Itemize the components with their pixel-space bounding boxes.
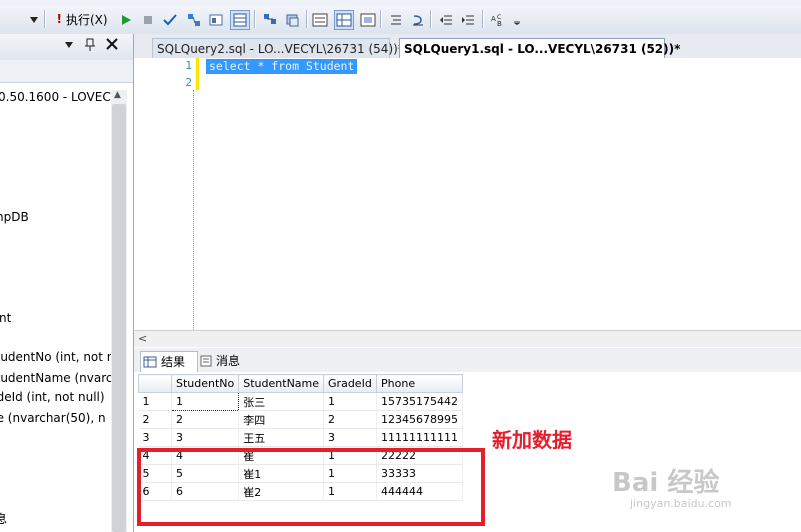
- estimated-plan-icon[interactable]: [184, 10, 204, 30]
- increase-indent-icon[interactable]: [458, 10, 478, 30]
- query-editor[interactable]: 1 2 select * from Student: [134, 58, 801, 330]
- tab-messages-label: 消息: [216, 354, 241, 368]
- scroll-left-icon[interactable]: <: [138, 332, 147, 345]
- tree-item-column-studentno[interactable]: StudentNo (int, not nul: [0, 350, 125, 364]
- execute-button[interactable]: ! 执行(X): [52, 10, 112, 28]
- grid-cell[interactable]: 3: [171, 428, 240, 447]
- server-node[interactable]: 0.50.1600 - LOVECY: [0, 90, 118, 104]
- toolbar-separator: [254, 10, 255, 28]
- grid-header-row: StudentNo StudentName GradeId Phone: [138, 374, 464, 393]
- grid-cell[interactable]: 1: [170, 392, 240, 411]
- watermark-url: jingyan.baidu.com: [630, 497, 732, 510]
- tree-item-table[interactable]: nt: [0, 311, 11, 325]
- parse-check-icon[interactable]: [160, 10, 180, 30]
- line-number: 1: [185, 59, 192, 72]
- toolbar-overflow-icon[interactable]: [512, 10, 522, 28]
- toolbar-top-strip: [0, 0, 801, 6]
- execute-label: 执行(X): [65, 12, 108, 27]
- decrease-indent-icon[interactable]: [436, 10, 456, 30]
- grid-cell[interactable]: 12345678995: [376, 410, 464, 429]
- grid-cell[interactable]: 1: [323, 392, 378, 411]
- tab-results[interactable]: 结果: [140, 351, 198, 372]
- grid-cell[interactable]: 王五: [238, 428, 325, 447]
- grid-cell[interactable]: 11111111111: [376, 428, 464, 447]
- message-icon: [200, 355, 212, 367]
- client-statistics-icon[interactable]: [282, 10, 302, 30]
- results-to-text-icon[interactable]: [310, 10, 330, 30]
- toolbar-separator: [380, 10, 381, 28]
- toolbar-separator: [430, 10, 431, 28]
- comment-lines-icon[interactable]: [386, 10, 406, 30]
- annotation-label: 新加数据: [492, 428, 572, 452]
- document-tabbar: SQLQuery2.sql - LO...VECYL\26731 (54))* …: [134, 34, 801, 59]
- svg-text:B: B: [497, 20, 502, 27]
- column-header[interactable]: StudentName: [238, 374, 325, 393]
- pin-icon[interactable]: [84, 38, 96, 56]
- row-number[interactable]: 2: [138, 410, 172, 429]
- tab-sqlquery1[interactable]: SQLQuery1.sql - LO...VECYL\26731 (52))*: [399, 38, 680, 59]
- column-header[interactable]: GradeId: [323, 374, 378, 393]
- line-number-gutter: 1 2: [134, 58, 196, 330]
- line-number: 2: [185, 76, 192, 89]
- toolbar-separator: [482, 10, 483, 28]
- execute-icon: !: [56, 12, 62, 26]
- stop-icon[interactable]: [138, 10, 158, 30]
- tab-results-label: 结果: [161, 355, 186, 369]
- toolbar-separator: [44, 10, 45, 28]
- results-tabbar: 结果 消息: [134, 348, 801, 373]
- grid-icon: [143, 356, 157, 368]
- toolbar: ! 执行(X) A B C: [0, 0, 801, 35]
- editor-horizontal-scrollbar[interactable]: <: [134, 330, 801, 347]
- grid-cell[interactable]: 2: [171, 410, 240, 429]
- panel-menu-icon[interactable]: [64, 38, 74, 53]
- svg-text:C: C: [497, 14, 501, 21]
- grid-cell[interactable]: 3: [323, 428, 378, 447]
- results-to-file-icon[interactable]: [358, 10, 378, 30]
- tree-item-column-gradeid[interactable]: GradeId (int, not null): [0, 390, 105, 404]
- results-to-grid-icon[interactable]: [230, 10, 250, 30]
- grid-cell[interactable]: 张三: [238, 392, 325, 411]
- scrollbar-thumb[interactable]: [112, 104, 126, 532]
- table-row[interactable]: 1 1 张三 1 15735175442: [138, 392, 464, 411]
- specify-values-icon[interactable]: ABC: [488, 10, 508, 30]
- tree-item-messages: 息: [0, 510, 7, 527]
- grid-cell[interactable]: 2: [323, 410, 378, 429]
- uncomment-lines-icon[interactable]: [408, 10, 428, 30]
- debug-play-icon[interactable]: [116, 10, 136, 30]
- tree-item-database[interactable]: npDB: [0, 210, 29, 224]
- row-number[interactable]: 3: [138, 428, 172, 447]
- results-grid-mode-icon[interactable]: [334, 10, 354, 30]
- annotation-highlight-box: [137, 448, 485, 526]
- baidu-watermark: Bai 经验 jingyan.baidu.com: [612, 462, 732, 510]
- include-plan-icon[interactable]: [260, 10, 280, 30]
- watermark-text: Bai 经验: [612, 468, 720, 498]
- query-options-icon[interactable]: [206, 10, 226, 30]
- tree-item-column-studentname[interactable]: StudentName (nvarcha: [0, 371, 127, 385]
- changed-lines-marker: [196, 58, 199, 90]
- tree-item-column-phone[interactable]: ne (nvarchar(50), n: [0, 411, 106, 425]
- column-header[interactable]: StudentNo: [170, 374, 240, 393]
- tab-messages[interactable]: 消息: [198, 351, 252, 371]
- gutter-divider: [193, 90, 194, 330]
- scroll-up-icon[interactable]: ▲: [114, 90, 121, 100]
- row-header-corner[interactable]: [138, 374, 172, 393]
- toolbar-separator: [306, 10, 307, 28]
- object-explorer-toolbar: [0, 60, 133, 83]
- object-explorer-header: [0, 34, 133, 61]
- object-explorer-panel: 0.50.1600 - LOVECY npDB nt StudentNo (in…: [0, 34, 134, 532]
- table-row[interactable]: 3 3 王五 3 11111111111: [138, 428, 464, 447]
- column-header[interactable]: Phone: [376, 374, 464, 393]
- close-panel-icon[interactable]: [106, 38, 118, 54]
- tab-sqlquery2[interactable]: SQLQuery2.sql - LO...VECYL\26731 (54))*: [152, 38, 404, 59]
- grid-cell[interactable]: 15735175442: [376, 392, 464, 411]
- dropdown-arrow-icon[interactable]: [24, 10, 44, 30]
- grid-cell[interactable]: 李四: [238, 410, 325, 429]
- table-row[interactable]: 2 2 李四 2 12345678995: [138, 410, 464, 429]
- object-explorer-scrollbar[interactable]: ▲: [111, 90, 127, 532]
- selected-sql-text[interactable]: select * from Student: [206, 59, 358, 74]
- svg-text:A: A: [491, 15, 496, 23]
- row-number[interactable]: 1: [138, 392, 172, 411]
